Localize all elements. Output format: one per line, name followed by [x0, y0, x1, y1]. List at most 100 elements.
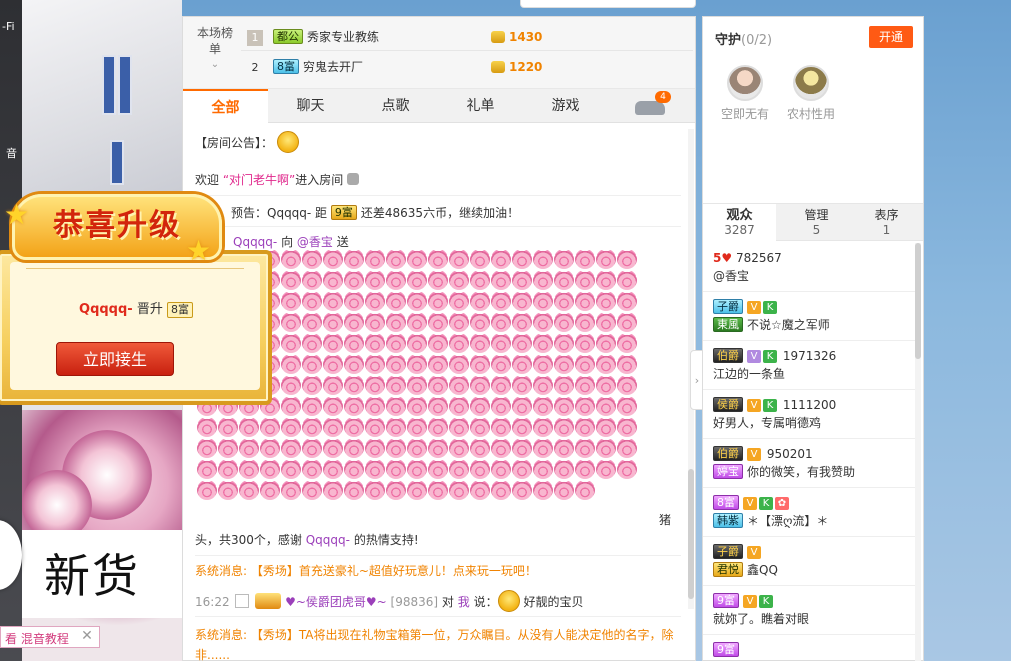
- rank-title[interactable]: 本场榜单 ⌄: [197, 25, 233, 73]
- pig-gift-icon: [470, 480, 490, 500]
- vip-badge: V: [747, 350, 761, 363]
- list-item[interactable]: 侯爵 V K 1111200 好男人，专属哨德鸡: [703, 390, 915, 439]
- pig-gift-icon: [470, 438, 490, 458]
- vip-badge: V: [747, 301, 761, 314]
- pig-gift-icon: [512, 480, 532, 500]
- pig-gift-icon: [323, 249, 343, 269]
- list-item[interactable]: 9富 V K 就妳了。瞧着对眼: [703, 586, 915, 635]
- pig-gift-icon: [197, 417, 217, 437]
- pig-gift-icon: [323, 312, 343, 332]
- pig-gift-icon: [617, 270, 637, 290]
- pig-gift-icon: [197, 459, 217, 479]
- chat-target[interactable]: 我: [458, 595, 470, 609]
- pig-gift-icon: [554, 459, 574, 479]
- list-item[interactable]: 伯爵 V 950201 婷宝 你的微笑，有我赞助: [703, 439, 915, 488]
- guard-slot[interactable]: 农村性用: [779, 65, 843, 122]
- list-item[interactable]: 伯爵 V K 1971326 江边的一条鱼: [703, 341, 915, 390]
- rank-number: 1: [247, 30, 263, 46]
- guard-slot[interactable]: 空即无有: [713, 65, 777, 122]
- pig-gift-icon: [302, 270, 322, 290]
- chat-message: 16:22 ♥~侯爵团虎哥♥~ [98836] 对 我 说： 好靓的宝贝: [195, 586, 681, 616]
- pig-gift-icon: [512, 417, 532, 437]
- pig-gift-icon: [323, 354, 343, 374]
- tab-all[interactable]: 全部: [183, 89, 268, 123]
- pig-gift-icon: [617, 417, 637, 437]
- pig-gift-icon: [386, 249, 406, 269]
- rank-row[interactable]: 2 8富 穷鬼去开厂 1220: [241, 53, 693, 81]
- pig-gift-icon: [596, 438, 616, 458]
- audience-scroll-thumb[interactable]: [915, 243, 921, 359]
- pig-gift-icon: [491, 354, 511, 374]
- pig-gift-icon: [470, 291, 490, 311]
- tab-songs[interactable]: 点歌: [353, 89, 438, 123]
- pig-gift-icon: [344, 249, 364, 269]
- rank-board: 本场榜单 ⌄ 1 都公 秀家专业教练 1430 2 8富 穷鬼去开厂 1220: [183, 17, 695, 89]
- car-icon[interactable]: [635, 101, 665, 115]
- open-guard-button[interactable]: 开通: [869, 26, 913, 48]
- pig-gift-icon: [470, 375, 490, 395]
- k-badge: K: [763, 301, 777, 314]
- pig-gift-icon: [428, 417, 448, 437]
- gift-thanks-user[interactable]: Qqqqq-: [306, 533, 350, 547]
- list-item[interactable]: 子爵 V K 東風 不说☆魔之军师: [703, 292, 915, 341]
- system-text[interactable]: 【秀场】首充送豪礼~超值好玩意儿！点来玩一玩吧！: [251, 564, 537, 578]
- pig-gift-icon: [281, 270, 301, 290]
- pig-gift-icon: [239, 438, 259, 458]
- audience-list: 5♥ 782567 @香宝 子爵 V K 東風 不说☆魔之军师 伯爵 V K 197132…: [703, 243, 915, 661]
- tab-ranking-label: 表序: [874, 208, 899, 222]
- pig-gift-icon: [302, 438, 322, 458]
- tab-admins[interactable]: 管理 5: [780, 204, 853, 242]
- list-item[interactable]: 5♥ 782567 @香宝: [703, 243, 915, 292]
- pig-gift-icon: [407, 417, 427, 437]
- tab-audience[interactable]: 观众 3287: [703, 204, 776, 242]
- pig-gift-icon: [386, 396, 406, 416]
- pig-gift-icon: [512, 291, 532, 311]
- tab-chat[interactable]: 聊天: [268, 89, 353, 123]
- pig-gift-icon: [281, 375, 301, 395]
- pig-gift-icon: [512, 375, 532, 395]
- system-label: 系统消息:: [195, 564, 248, 578]
- pig-gift-icon: [344, 459, 364, 479]
- pig-gift-icon: [512, 312, 532, 332]
- pig-gift-icon: [281, 417, 301, 437]
- vip-badge: V: [743, 595, 757, 608]
- tab-gifts[interactable]: 礼单: [438, 89, 523, 123]
- list-item[interactable]: 9富: [703, 635, 915, 661]
- pig-gift-icon: [449, 417, 469, 437]
- pig-gift-icon: [323, 375, 343, 395]
- pig-gift-icon: [281, 312, 301, 332]
- upgrade-text: 还差48635六币，继续加油！: [360, 206, 520, 220]
- top-strip: [520, 0, 696, 8]
- user-name: 好男人，专属哨德鸡: [713, 416, 822, 430]
- star-icon: ★: [4, 198, 30, 231]
- car-count-badge: 4: [655, 91, 671, 103]
- audience-scrollbar[interactable]: [915, 243, 921, 661]
- rank-value: 1430: [491, 23, 542, 51]
- rank-value-text: 1430: [509, 30, 543, 44]
- pig-gift-icon: [575, 270, 595, 290]
- system-label: 系统消息:: [195, 628, 248, 642]
- pig-gift-icon: [302, 333, 322, 353]
- pig-gift-icon: [512, 459, 532, 479]
- pig-gift-icon: [449, 312, 469, 332]
- levelup-divider: [26, 268, 244, 269]
- pig-gift-icon: [260, 480, 280, 500]
- chat-scroll-thumb[interactable]: [688, 469, 694, 599]
- tab-games[interactable]: 游戏: [523, 89, 608, 123]
- welcome-user[interactable]: “对门老牛啊”: [223, 173, 295, 187]
- gift-receiver[interactable]: @香宝: [297, 235, 333, 249]
- rank-row[interactable]: 1 都公 秀家专业教练 1430: [241, 23, 693, 51]
- list-item[interactable]: 8富 V K ✿ 韩紫 ＊【漂ღ流】＊: [703, 488, 915, 537]
- pig-gift-icon: [365, 417, 385, 437]
- pig-gift-icon: [323, 459, 343, 479]
- tab-ranking[interactable]: 表序 1: [850, 204, 923, 242]
- list-item[interactable]: 子爵 V 君悦 鑫QQ: [703, 537, 915, 586]
- tab-admins-label: 管理: [804, 208, 829, 222]
- accept-button[interactable]: 立即接生: [56, 342, 174, 376]
- pig-gift-icon: [554, 375, 574, 395]
- avatar: [793, 65, 829, 101]
- chat-user-name[interactable]: ♥~侯爵团虎哥♥~: [285, 595, 387, 609]
- tab-ranking-count: 1: [882, 223, 891, 237]
- close-icon[interactable]: ✕: [78, 627, 96, 645]
- chat-tabs: 全部 聊天 点歌 礼单 游戏 4: [183, 89, 695, 123]
